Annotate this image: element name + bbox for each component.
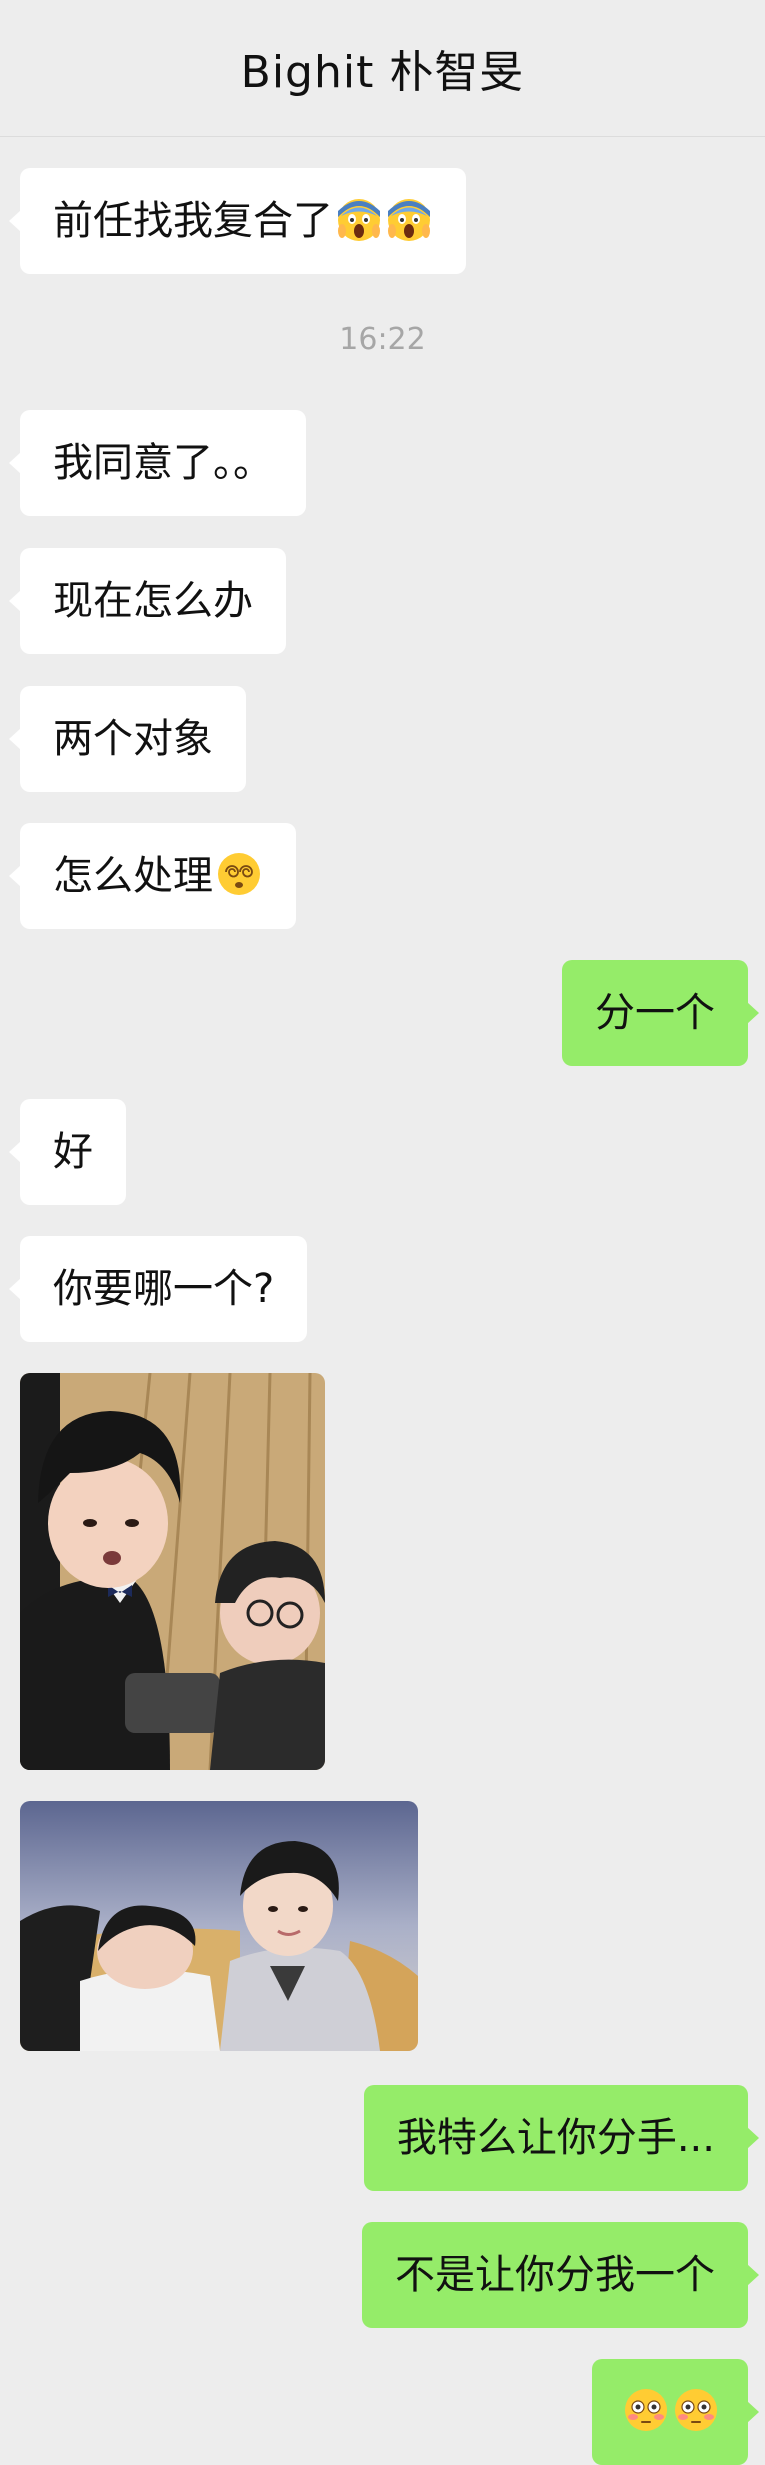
message-timestamp: 16:22 — [339, 322, 426, 357]
message-bubble-incoming[interactable]: 怎么处理 — [9, 823, 296, 929]
message-text: 两个对象 — [53, 716, 213, 762]
message-text: 前任找我复合了 — [53, 198, 333, 244]
message-bubble-outgoing[interactable]: 不是让你分我一个 — [362, 2222, 759, 2328]
message-bubble-incoming[interactable]: 前任找我复合了 — [9, 168, 466, 274]
dizzy-face-icon — [215, 850, 263, 898]
message-text: 好 — [53, 1129, 93, 1175]
message-text: 我特么让你分手... — [396, 2115, 715, 2161]
message-text: 分一个 — [595, 990, 715, 1036]
message-bubble-outgoing[interactable]: 我特么让你分手... — [363, 2085, 760, 2191]
photo-message[interactable] — [20, 1373, 325, 1770]
message-bubble-incoming[interactable]: 两个对象 — [9, 686, 246, 792]
message-bubble-incoming[interactable]: 现在怎么办 — [9, 548, 286, 654]
photo-two-people-selfie-icon — [20, 1373, 325, 1770]
message-text: 我同意了。。 — [53, 440, 273, 486]
screaming-face-icon — [335, 195, 383, 243]
message-text: 不是让你分我一个 — [395, 2252, 715, 2298]
message-text: 怎么处理 — [53, 853, 213, 899]
message-bubble-outgoing[interactable]: 分一个 — [562, 960, 759, 1066]
chat-header: Bighit 朴智旻 — [0, 0, 765, 137]
photo-message[interactable] — [20, 1801, 418, 2051]
photo-two-people-sofa-icon — [20, 1801, 418, 2051]
message-bubble-incoming[interactable]: 我同意了。。 — [9, 410, 306, 516]
flushed-face-icon — [672, 2386, 720, 2434]
message-bubble-outgoing[interactable] — [592, 2359, 759, 2465]
message-text: 你要哪一个? — [53, 1266, 275, 1312]
message-bubble-incoming[interactable]: 你要哪一个? — [8, 1236, 308, 1342]
flushed-face-icon — [622, 2386, 670, 2434]
screaming-face-icon — [385, 195, 433, 243]
chat-title: Bighit 朴智旻 — [240, 47, 525, 98]
message-bubble-incoming[interactable]: 好 — [9, 1099, 126, 1205]
message-text: 现在怎么办 — [53, 578, 253, 624]
